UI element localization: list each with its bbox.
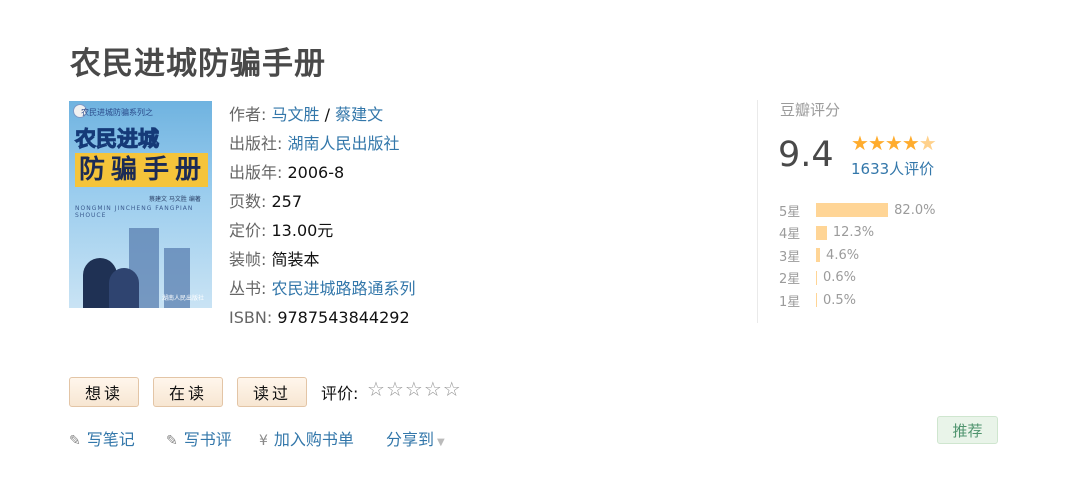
star-empty-icon[interactable]: ☆: [405, 377, 424, 401]
rating-dist-label: 4星: [779, 227, 801, 243]
series-label: 丛书:: [229, 279, 267, 298]
star-empty-icon[interactable]: ☆: [443, 377, 462, 401]
info-isbn-row: ISBN: 9787543844292: [229, 303, 416, 332]
series-link[interactable]: 农民进城路路通系列: [272, 279, 416, 298]
star-full-icon: ★: [884, 131, 903, 155]
star-full-icon: ★: [867, 131, 886, 155]
rating-dist-row: 3星 4.6%: [779, 244, 935, 267]
write-review-label: 写书评: [183, 430, 232, 449]
share-dropdown[interactable]: 分享到 ▼: [386, 426, 445, 450]
rating-dist-bar: [816, 270, 817, 285]
author-separator: /: [319, 105, 336, 124]
add-booklist-label: 加入购书单: [273, 430, 354, 449]
share-label: 分享到: [386, 430, 435, 449]
rating-dist-label: 1星: [779, 294, 801, 310]
rating-dist-bar: [816, 225, 827, 240]
rating-dist-bar: [816, 293, 817, 308]
binding-label: 装帧:: [229, 250, 267, 269]
info-pages-row: 页数: 257: [229, 187, 416, 216]
cover-person: [109, 268, 139, 308]
binding-value: 简装本: [271, 250, 320, 269]
cover-pinyin-text: NONGMIN JINCHENG FANGPIAN SHOUCE: [75, 205, 194, 219]
info-price-row: 定价: 13.00元: [229, 216, 416, 245]
pencil-icon: ✎: [166, 433, 178, 449]
rating-dist-bar: [816, 203, 889, 218]
rating-dist-percent: 0.6%: [823, 270, 857, 286]
author-link[interactable]: 马文胜: [272, 105, 320, 124]
rating-dist-row: 4星 12.3%: [779, 222, 935, 245]
rating-dist-label: 3星: [779, 249, 801, 265]
pencil-icon: ✎: [69, 433, 81, 449]
info-series-row: 丛书: 农民进城路路通系列: [229, 274, 416, 303]
star-empty-icon[interactable]: ☆: [386, 377, 405, 401]
isbn-label: ISBN:: [229, 308, 273, 327]
write-note-label: 写笔记: [86, 430, 135, 449]
publisher-link[interactable]: 湖南人民出版社: [288, 134, 400, 153]
book-cover-image[interactable]: 农民进城防骗系列之 农民进城 防骗手册 蔡建文 马文胜 编著 NONGMIN J…: [69, 101, 212, 308]
pages-label: 页数:: [229, 192, 267, 211]
page-title: 农民进城防骗手册: [70, 46, 326, 82]
rating-stars: ★★★★★: [851, 131, 937, 155]
star-empty-icon[interactable]: ☆: [424, 377, 443, 401]
rating-dist-percent: 82.0%: [894, 202, 936, 218]
rating-dist-row: 5星 82.0%: [779, 199, 935, 222]
pages-value: 257: [271, 192, 303, 211]
isbn-value: 9787543844292: [277, 308, 410, 327]
year-label: 出版年:: [229, 163, 283, 182]
rating-dist-bar: [816, 248, 821, 263]
write-note-link[interactable]: ✎ 写笔记: [69, 426, 135, 450]
rating-dist-percent: 12.3%: [832, 225, 875, 241]
rating-dist-label: 5星: [779, 204, 801, 220]
add-booklist-link[interactable]: ¥ 加入购书单: [259, 426, 354, 450]
user-rating-stars[interactable]: ☆☆☆☆☆: [367, 377, 462, 401]
caret-down-icon: ▼: [437, 437, 445, 448]
star-full-icon: ★: [901, 131, 920, 155]
cover-series-text: 农民进城防骗系列之: [81, 108, 153, 117]
star-full-icon: ★: [851, 131, 869, 155]
cover-authors-text: 蔡建文 马文胜 编著: [149, 196, 201, 203]
price-value: 13.00元: [271, 221, 334, 240]
recommend-button[interactable]: 推荐: [937, 416, 998, 444]
author-link[interactable]: 蔡建文: [335, 105, 383, 124]
have-read-button[interactable]: 读过: [237, 377, 307, 407]
rating-dist-row: 1星 0.5%: [779, 289, 935, 312]
rating-dist-percent: 4.6%: [826, 247, 860, 263]
author-label: 作者:: [229, 105, 267, 124]
info-author-row: 作者: 马文胜 / 蔡建文: [229, 100, 416, 129]
write-review-link[interactable]: ✎ 写书评: [166, 426, 232, 450]
star-half-icon: ★: [918, 131, 937, 155]
info-publisher-row: 出版社: 湖南人民出版社: [229, 129, 416, 158]
want-to-read-button[interactable]: 想读: [69, 377, 139, 407]
rate-label: 评价:: [321, 384, 359, 403]
info-year-row: 出版年: 2006-8: [229, 158, 416, 187]
rating-distribution: 5星 82.0% 4星 12.3% 3星 4.6% 2星 0.6% 1星 0.5%: [779, 199, 935, 312]
price-label: 定价:: [229, 221, 267, 240]
rating-dist-label: 2星: [779, 272, 801, 288]
cover-title-line1: 农民进城: [75, 127, 160, 152]
divider: [757, 100, 758, 323]
publisher-label: 出版社:: [229, 134, 283, 153]
rating-label: 豆瓣评分: [780, 101, 841, 119]
cover-title-line2: 防骗手册: [75, 153, 208, 187]
year-value: 2006-8: [287, 163, 345, 182]
rating-dist-row: 2星 0.6%: [779, 267, 935, 290]
rating-dist-percent: 0.5%: [823, 292, 857, 308]
star-empty-icon[interactable]: ☆: [367, 377, 386, 401]
reading-button[interactable]: 在读: [153, 377, 223, 407]
rating-count-link[interactable]: 1633人评价: [851, 158, 934, 179]
yen-icon: ¥: [259, 433, 268, 449]
book-info: 作者: 马文胜 / 蔡建文 出版社: 湖南人民出版社 出版年: 2006-8 页…: [229, 100, 416, 332]
rating-score: 9.4: [778, 135, 834, 175]
cover-publisher-text: 湖南人民出版社: [161, 295, 204, 302]
info-binding-row: 装帧: 简装本: [229, 245, 416, 274]
